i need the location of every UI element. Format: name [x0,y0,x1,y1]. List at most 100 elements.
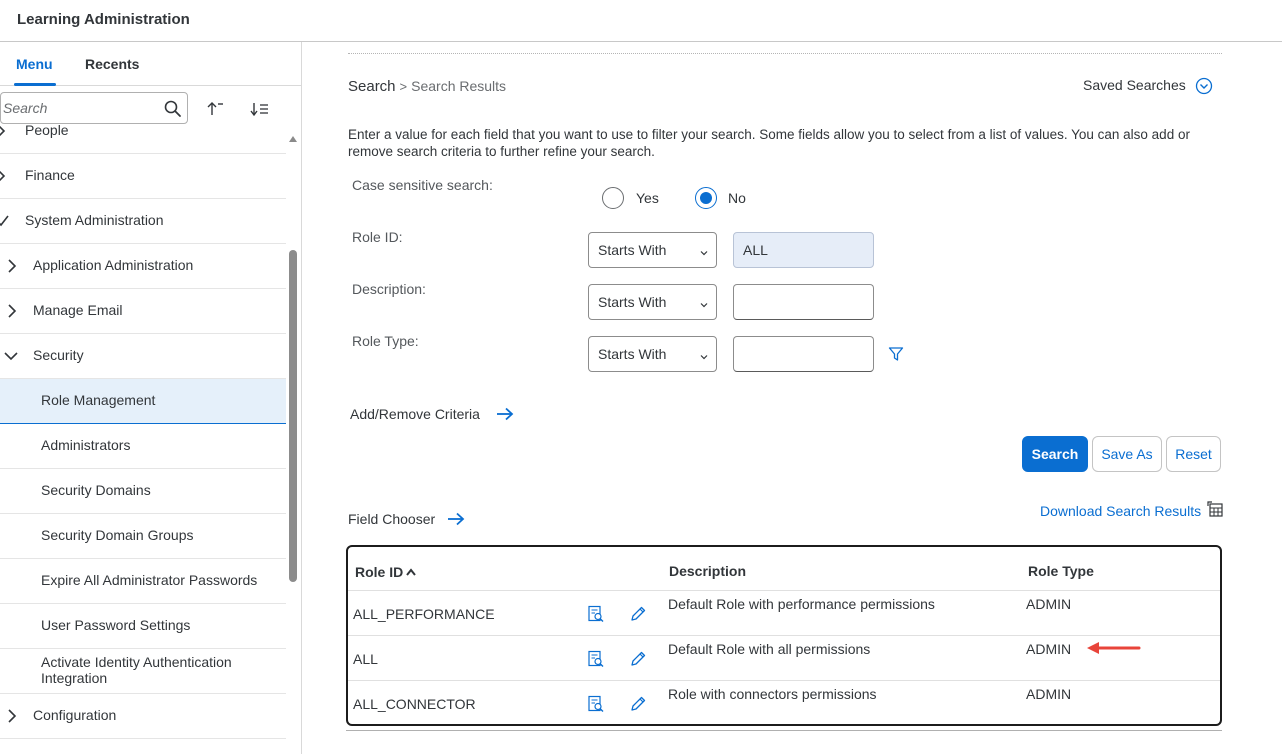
sort-ascending-caret-icon [406,563,417,576]
column-header-label: Role ID [355,564,404,580]
cell-role-id[interactable]: ALL [353,651,378,667]
chevron-down-icon [699,245,709,256]
search-button[interactable]: Search [1022,436,1088,472]
sidebar-item-application-administration[interactable]: Application Administration [0,244,286,289]
sidebar-item-label: Manage Email [33,302,123,318]
arrow-right-icon[interactable] [447,512,465,526]
cell-role-type: ADMIN [1026,596,1072,612]
chevron-down-icon [3,348,18,364]
case-sensitive-no-radio[interactable] [695,187,717,209]
sidebar-item-configuration[interactable]: Configuration [0,694,286,739]
saved-searches-button[interactable]: Saved Searches [1083,77,1186,93]
column-header-role-type[interactable]: Role Type [1028,563,1094,579]
chevron-right-icon [5,303,19,319]
role-type-label: Role Type: [352,333,419,349]
sidebar-item-label: Role Management [41,392,156,408]
breadcrumb-separator: > [399,79,408,94]
sidebar-item-label: People [25,122,69,138]
cell-role-id[interactable]: ALL_PERFORMANCE [353,606,495,622]
tab-recents[interactable]: Recents [85,56,139,72]
sidebar-item-label: User Password Settings [41,617,191,633]
chevron-right-icon [0,168,8,184]
cell-description: Default Role with performance permission… [668,596,935,612]
app-header: Learning Administration [0,0,1282,42]
edit-pencil-icon[interactable] [629,695,647,713]
sidebar-item-identity-authentication[interactable]: Activate Identity Authentication Integra… [0,649,286,694]
search-instructions: Enter a value for each field that you wa… [348,127,1190,159]
sidebar-item-label: Application Administration [33,257,194,273]
sidebar-item-administrators[interactable]: Administrators [0,424,286,469]
main-content: Search > Search Results Saved Searches Ent… [302,42,1282,754]
save-as-button[interactable]: Save As [1092,436,1162,472]
select-value: Starts With [598,346,667,362]
filter-icon[interactable] [888,346,904,362]
sidebar-item-label: Finance [25,167,75,183]
case-sensitive-yes-radio[interactable] [602,187,624,209]
sidebar-item-user-password-settings[interactable]: User Password Settings [0,604,286,649]
sidebar-item-label: Security [33,347,84,363]
chevron-right-icon [5,258,19,274]
sidebar-item-manage-email[interactable]: Manage Email [0,289,286,334]
sidebar-item-role-management[interactable]: Role Management [0,379,286,424]
sidebar-item-expire-passwords[interactable]: Expire All Administrator Passwords [0,559,286,604]
view-details-icon[interactable] [587,605,605,623]
sidebar-item-label: Security Domain Groups [41,527,194,543]
role-id-operator-select[interactable]: Starts With [588,232,717,268]
sidebar-item-label: Configuration [33,707,117,723]
column-header-role-id[interactable]: Role ID [355,563,417,580]
chevron-down-icon [699,297,709,308]
view-details-icon[interactable] [587,650,605,668]
tab-menu[interactable]: Menu [16,56,53,72]
cell-description: Default Role with all permissions [668,641,871,657]
edit-pencil-icon[interactable] [629,650,647,668]
input-value: ALL [743,242,768,258]
role-type-operator-select[interactable]: Starts With [588,336,717,372]
arrow-right-icon[interactable] [496,407,514,421]
role-id-input[interactable]: ALL [733,232,874,268]
add-remove-criteria-link[interactable]: Add/Remove Criteria [350,406,480,422]
description-label: Description: [352,281,426,297]
sidebar-item-finance[interactable]: Finance [0,154,286,199]
sidebar-item-security-domains[interactable]: Security Domains [0,469,286,514]
edit-pencil-icon[interactable] [629,605,647,623]
select-value: Starts With [598,294,667,310]
download-search-results-link[interactable]: Download Search Results [1040,503,1201,519]
chevron-right-icon [0,123,8,139]
sidebar-item-people[interactable]: People [0,109,286,154]
role-type-input[interactable] [733,336,874,372]
search-results-table: Role ID Description Role Type ALL_PERFOR… [346,545,1222,726]
reset-button[interactable]: Reset [1166,436,1221,472]
cell-role-type: ADMIN [1026,686,1072,702]
sidebar-item-label: Activate Identity Authentication Integra… [41,654,232,686]
breadcrumb-current: Search Results [411,78,507,94]
divider [346,730,1222,731]
chevron-down-circle-icon[interactable] [1195,77,1213,95]
scroll-up-icon[interactable] [289,136,297,142]
sidebar-item-system-administration[interactable]: System Administration [0,199,286,244]
view-details-icon[interactable] [587,695,605,713]
table-row[interactable]: ALL_PERFORMANCE Default Role with perfor… [348,590,1220,635]
sidebar-item-security[interactable]: Security [0,334,286,379]
sidebar-item-label: Administrators [41,437,131,453]
sidebar-item-security-domain-groups[interactable]: Security Domain Groups [0,514,286,559]
active-tab-indicator [14,83,56,86]
cell-role-type: ADMIN [1026,641,1072,657]
export-spreadsheet-icon[interactable] [1206,500,1224,518]
scrollbar-thumb[interactable] [289,250,297,582]
sidebar-item-label: Expire All Administrator Passwords [41,572,258,588]
sidebar-tabs: Menu Recents [0,42,301,86]
chevron-down-icon [699,349,709,360]
divider [348,53,1222,54]
radio-yes-label: Yes [636,190,659,206]
cell-role-id[interactable]: ALL_CONNECTOR [353,696,476,712]
annotation-arrow-icon [1085,639,1141,657]
table-row[interactable]: ALL_CONNECTOR Role with connectors permi… [348,680,1220,724]
case-sensitive-label: Case sensitive search: [352,177,493,193]
description-input[interactable] [733,284,874,320]
breadcrumb-search-link[interactable]: Search [348,78,396,95]
chevron-right-icon [5,708,19,724]
field-chooser-link[interactable]: Field Chooser [348,511,435,527]
column-header-description[interactable]: Description [669,563,746,579]
description-operator-select[interactable]: Starts With [588,284,717,320]
sidebar: Menu Recents People Finance System Admin… [0,42,302,754]
